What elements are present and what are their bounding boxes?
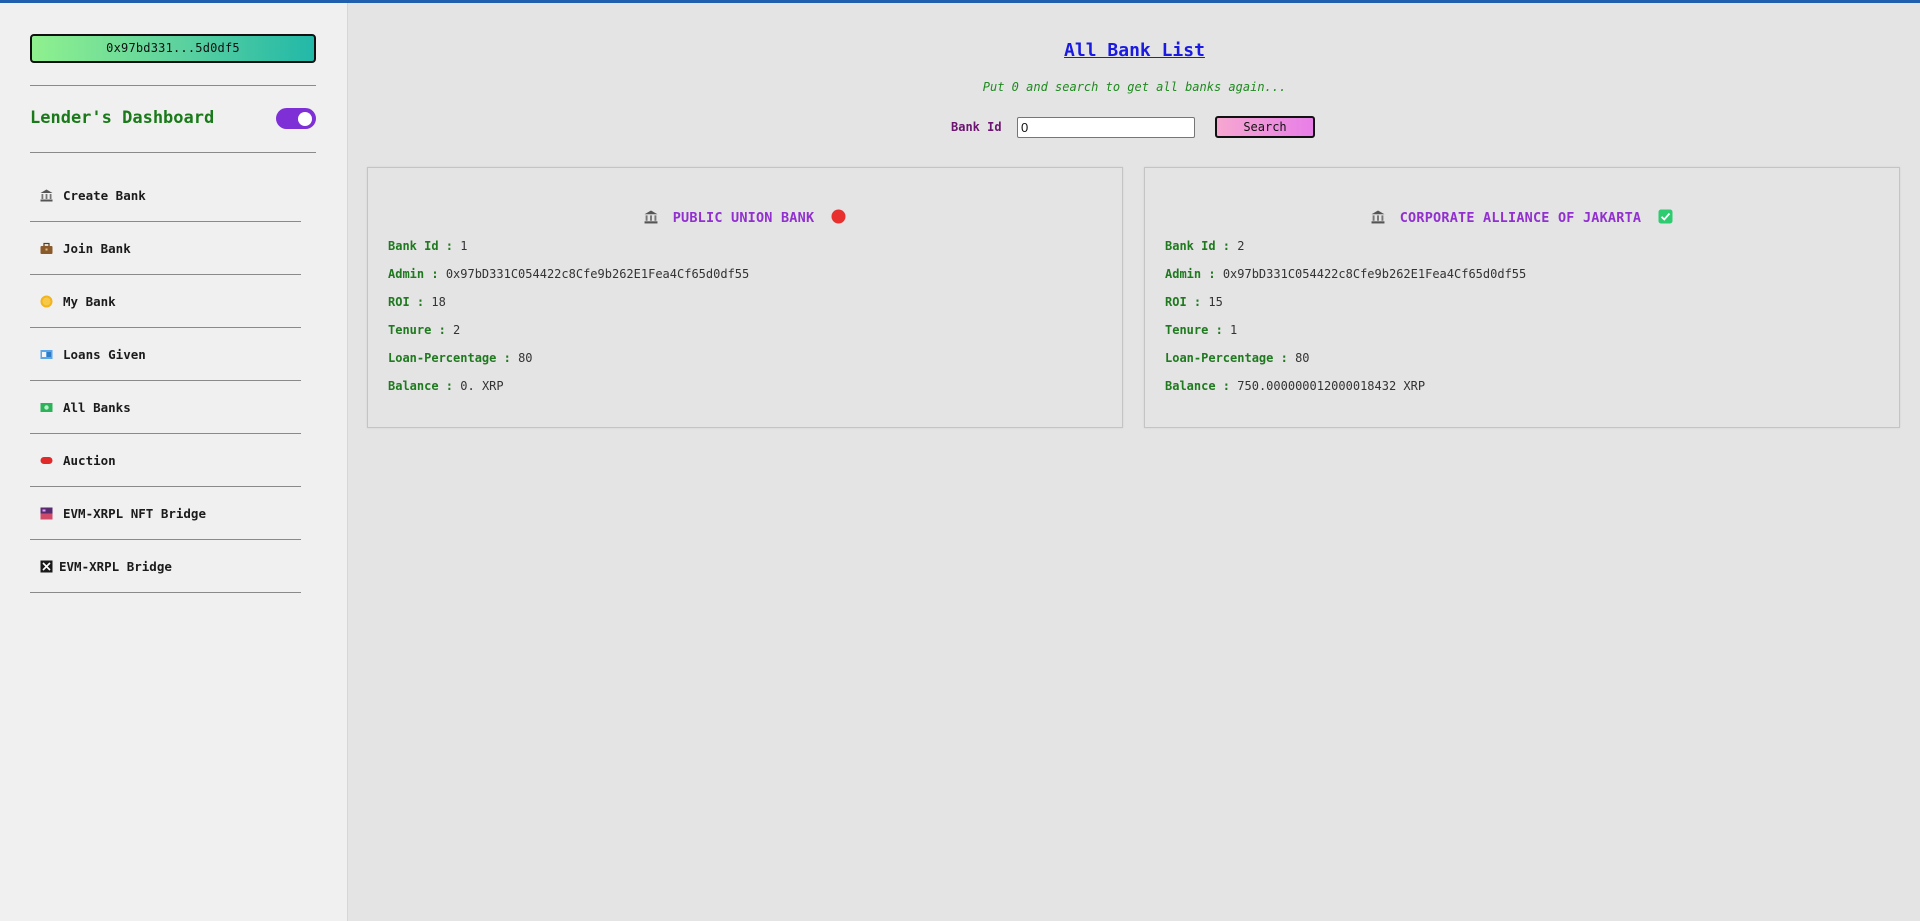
- divider: [30, 152, 316, 153]
- bridge-icon: [40, 560, 53, 573]
- sidebar-item-my-bank[interactable]: My Bank: [30, 275, 301, 328]
- money-icon: [40, 348, 53, 361]
- bank-icon: [1371, 210, 1385, 228]
- nft-icon: [40, 507, 53, 520]
- field-balance: Balance : 750.000000012000018432 XRP: [1165, 379, 1426, 393]
- bank-card: CORPORATE ALLIANCE OF JAKARTA Bank Id : …: [1144, 167, 1900, 428]
- field-tenure: Tenure : 2: [388, 323, 461, 337]
- sidebar-item-loans-given[interactable]: Loans Given: [30, 328, 301, 381]
- sidebar-item-label: All Banks: [63, 399, 131, 415]
- bank-name: CORPORATE ALLIANCE OF JAKARTA: [1399, 210, 1642, 226]
- sidebar-item-label: Auction: [63, 452, 116, 468]
- bank-icon: [40, 189, 53, 202]
- briefcase-icon: [40, 242, 53, 255]
- dashboard-title: Lender's Dashboard: [30, 108, 215, 128]
- theme-toggle[interactable]: [276, 108, 316, 129]
- toggle-knob: [298, 111, 312, 126]
- divider: [30, 85, 316, 86]
- sidebar-item-create-bank[interactable]: Create Bank: [30, 169, 301, 222]
- field-bank-id: Bank Id : 1: [388, 239, 468, 253]
- field-admin: Admin : 0x97bD331C054422c8Cfe9b262E1Fea4…: [1165, 267, 1527, 281]
- bank-card-title: PUBLIC UNION BANK: [368, 209, 1122, 228]
- red-tag-icon: [40, 454, 53, 467]
- search-button[interactable]: Search: [1215, 116, 1315, 138]
- sidebar-item-evm-xrpl-bridge[interactable]: EVM-XRPL Bridge: [30, 540, 301, 593]
- search-bar: Bank Id Search: [951, 115, 1315, 139]
- field-admin: Admin : 0x97bD331C054422c8Cfe9b262E1Fea4…: [388, 267, 750, 281]
- sidebar-item-label: My Bank: [63, 293, 116, 309]
- bank-id-input[interactable]: [1017, 116, 1195, 138]
- status-check-icon: [1658, 209, 1673, 228]
- sidebar-item-label: EVM-XRPL NFT Bridge: [63, 505, 206, 521]
- page-title[interactable]: All Bank List: [349, 40, 1920, 61]
- field-balance: Balance : 0. XRP: [388, 379, 504, 393]
- bank-details: Bank Id : 2 Admin : 0x97bD331C054422c8Cf…: [1165, 240, 1526, 408]
- sidebar-item-label: Create Bank: [63, 187, 146, 203]
- status-red-circle-icon: [831, 209, 846, 228]
- field-loan-percentage: Loan-Percentage : 80: [1165, 351, 1310, 365]
- field-loan-percentage: Loan-Percentage : 80: [388, 351, 533, 365]
- sidebar-item-evm-xrpl-nft-bridge[interactable]: EVM-XRPL NFT Bridge: [30, 487, 301, 540]
- field-tenure: Tenure : 1: [1165, 323, 1238, 337]
- sidebar-item-label: EVM-XRPL Bridge: [59, 558, 172, 574]
- field-bank-id: Bank Id : 2: [1165, 239, 1245, 253]
- bank-details: Bank Id : 1 Admin : 0x97bD331C054422c8Cf…: [388, 240, 749, 408]
- sidebar: 0x97bd331...5d0df5 Lender's Dashboard Cr…: [0, 3, 348, 921]
- sidebar-item-label: Loans Given: [63, 346, 146, 362]
- bank-id-label: Bank Id: [951, 120, 1002, 134]
- sidebar-item-join-bank[interactable]: Join Bank: [30, 222, 301, 275]
- bank-card-title: CORPORATE ALLIANCE OF JAKARTA: [1145, 209, 1899, 228]
- wallet-address-button[interactable]: 0x97bd331...5d0df5: [30, 34, 316, 63]
- bank-card: PUBLIC UNION BANK Bank Id : 1 Admin : 0x…: [367, 167, 1123, 428]
- sidebar-item-all-banks[interactable]: All Banks: [30, 381, 301, 434]
- field-roi: ROI : 18: [388, 295, 446, 309]
- sidebar-item-auction[interactable]: Auction: [30, 434, 301, 487]
- search-hint: Put 0 and search to get all banks again.…: [982, 80, 1287, 94]
- field-roi: ROI : 15: [1165, 295, 1223, 309]
- bank-name: PUBLIC UNION BANK: [672, 210, 815, 226]
- sidebar-item-label: Join Bank: [63, 240, 131, 256]
- cash-icon: [40, 401, 53, 414]
- main-content: All Bank List Put 0 and search to get al…: [349, 3, 1920, 921]
- coin-icon: [40, 295, 53, 308]
- bank-icon: [644, 210, 658, 228]
- sidebar-menu: Create Bank Join Bank My Bank Loans Give…: [30, 169, 301, 593]
